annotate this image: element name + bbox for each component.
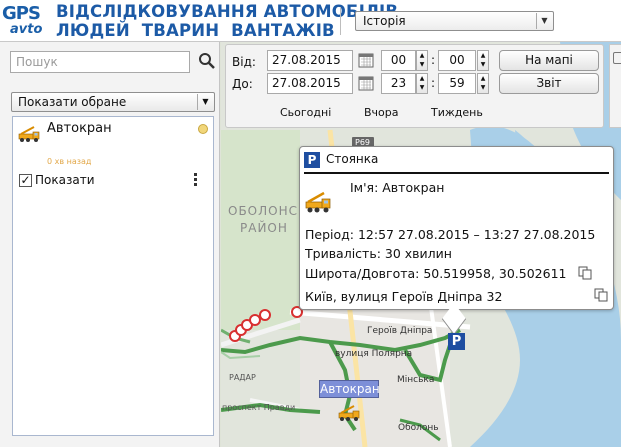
show-on-map-button[interactable]: На мапі xyxy=(499,50,599,71)
report-button[interactable]: Звіт xyxy=(499,73,599,94)
brand-line-1: ВІДСЛІДКОВУВАННЯ АВТОМОБІЛІВ xyxy=(56,2,399,21)
street-obolon: Оболонь xyxy=(398,423,439,433)
calendar-icon[interactable] xyxy=(358,75,374,91)
calendar-icon[interactable] xyxy=(358,52,374,68)
copy-icon[interactable] xyxy=(594,288,608,302)
truck-crane-icon xyxy=(305,191,331,213)
logo-gps: GPS xyxy=(2,3,41,24)
today-link[interactable]: Сьогодні xyxy=(280,106,331,119)
week-link[interactable]: Тиждень xyxy=(431,106,483,119)
from-min-stepper[interactable]: ▲ ▼ xyxy=(477,50,489,71)
from-label: Від: xyxy=(232,55,256,69)
from-hour-stepper[interactable]: ▲ ▼ xyxy=(416,50,428,71)
chevron-down-icon[interactable]: ▼ xyxy=(197,94,213,110)
street-minska: Мінська xyxy=(397,375,434,385)
side-panel-edge[interactable] xyxy=(609,44,621,128)
logo[interactable]: GPS avto xyxy=(2,3,48,39)
show-checkbox[interactable]: ✓ xyxy=(19,174,32,187)
copy-icon[interactable] xyxy=(578,266,592,280)
truck-crane-icon[interactable] xyxy=(338,404,360,422)
parking-marker[interactable]: P xyxy=(448,333,465,350)
chevron-down-icon[interactable]: ▼ xyxy=(536,13,552,29)
parking-popup: P Стоянка Ім'я: Автокран Період: 12:57 2… xyxy=(299,146,614,336)
show-label: Показати xyxy=(35,173,95,187)
street-polyarna: вулиця Полярна xyxy=(335,349,412,359)
to-hour-input[interactable]: 23 xyxy=(381,73,416,94)
popup-coords: Широта/Довгота: 50.519958, 30.502611 xyxy=(305,266,567,281)
vehicle-name: Автокран xyxy=(47,121,112,136)
last-seen: 0 хв назад xyxy=(47,157,92,166)
search-input[interactable]: Пошук xyxy=(10,51,190,73)
popup-address: Київ, вулиця Героїв Дніпра 32 xyxy=(305,289,503,304)
vehicle-card[interactable]: Автокран 0 хв назад ✓ Показати xyxy=(12,116,214,436)
from-date-input[interactable]: 27.08.2015 xyxy=(267,50,353,71)
vehicle-map-label[interactable]: Автокран xyxy=(319,380,380,398)
from-hour-input[interactable]: 00 xyxy=(381,50,416,71)
popup-title: Стоянка xyxy=(326,152,379,166)
header-divider xyxy=(340,7,341,35)
parking-icon: P xyxy=(304,152,320,168)
popup-name: Ім'я: Автокран xyxy=(350,180,445,195)
to-hour-stepper[interactable]: ▲ ▼ xyxy=(416,73,428,94)
logo-avto: avto xyxy=(10,22,43,37)
search-icon[interactable] xyxy=(198,52,216,70)
brand-line-2: ЛЮДЕЙ ТВАРИН ВАНТАЖІВ xyxy=(56,21,335,40)
brand-title: ВІДСЛІДКОВУВАННЯ АВТОМОБІЛІВ ЛЮДЕЙ ТВАРИ… xyxy=(56,2,398,40)
to-min-stepper[interactable]: ▲ ▼ xyxy=(477,73,489,94)
sidebar: Пошук Показати обране ▼ Автокран 0 хв на… xyxy=(0,42,220,447)
more-options-icon[interactable] xyxy=(193,173,199,187)
popup-divider xyxy=(304,172,609,174)
popup-duration: Тривалість: 30 хвилин xyxy=(305,246,452,261)
app-header: GPS avto ВІДСЛІДКОВУВАННЯ АВТОМОБІЛІВ ЛЮ… xyxy=(0,0,621,42)
radar-label: РАДАР xyxy=(229,373,256,382)
filter-select[interactable]: Показати обране ▼ xyxy=(11,92,215,112)
filter-select-value: Показати обране xyxy=(18,95,127,109)
from-min-input[interactable]: 00 xyxy=(438,50,476,71)
to-label: До: xyxy=(232,77,253,91)
popup-period: Період: 12:57 27.08.2015 – 13:27 27.08.2… xyxy=(305,227,596,242)
mode-select[interactable]: Історія ▼ xyxy=(355,11,554,31)
to-date-input[interactable]: 27.08.2015 xyxy=(267,73,353,94)
truck-crane-icon xyxy=(18,126,40,142)
street-heroes: Героїв Дніпра xyxy=(367,326,432,336)
district-label-2: РАЙОН xyxy=(240,220,288,235)
status-indicator xyxy=(198,124,208,134)
yesterday-link[interactable]: Вчора xyxy=(364,106,399,119)
street-pravdy: проспект Правди xyxy=(222,403,295,412)
date-range-panel: Від: 27.08.2015 00 ▲ ▼ : 00 ▲ ▼ До: 27.08.… xyxy=(225,44,604,128)
to-min-input[interactable]: 59 xyxy=(438,73,476,94)
mode-select-value: Історія xyxy=(363,14,406,28)
